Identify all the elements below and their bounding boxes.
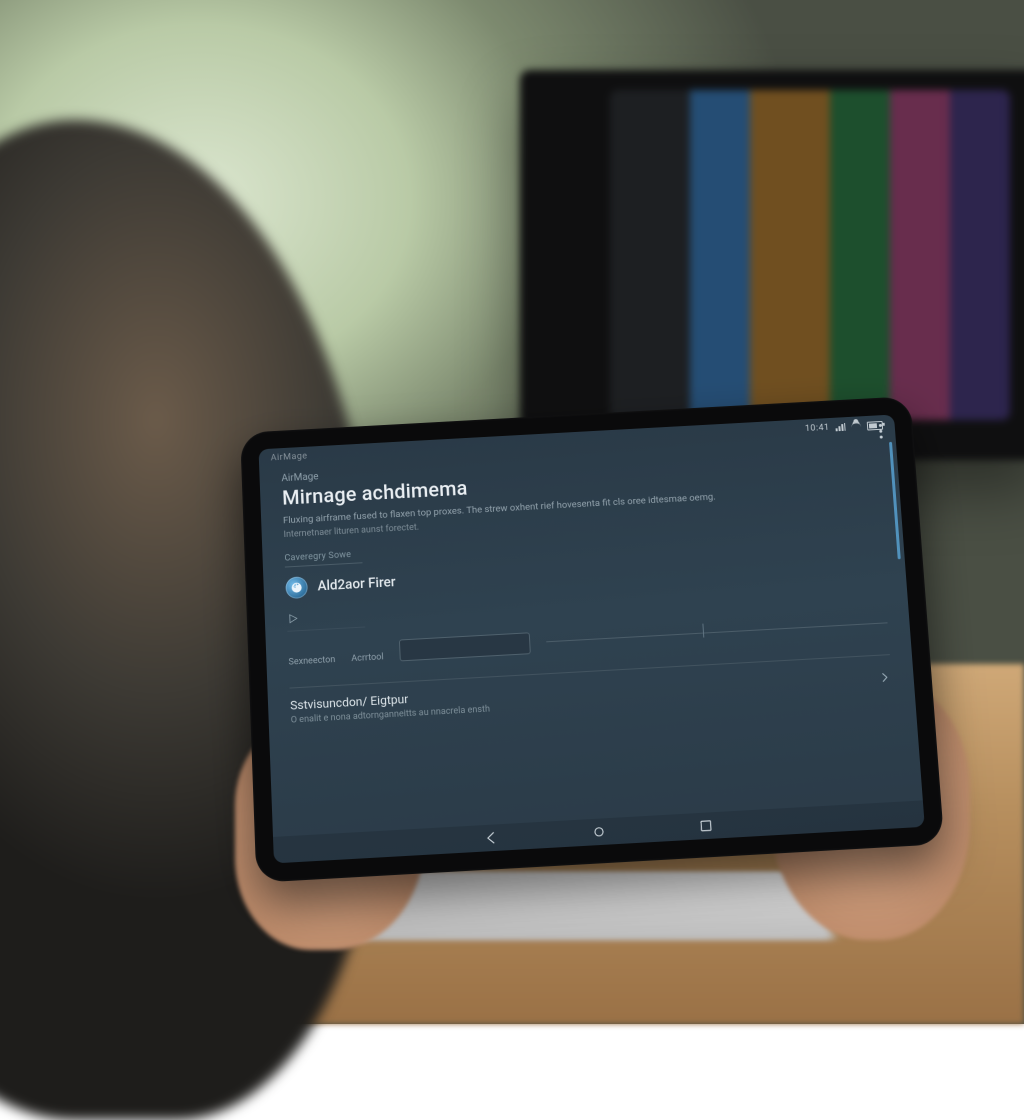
app-content: AirMage Mirnage achdimema Fluxing airfra… bbox=[259, 434, 923, 837]
nav-home-button[interactable] bbox=[590, 823, 607, 840]
statusbar-time: 10:41 bbox=[805, 423, 830, 434]
statusbar-app-label: AirMage bbox=[271, 452, 308, 464]
field-label-1: Sexneecton bbox=[288, 655, 335, 668]
adaptor-name: Ald2aor Firer bbox=[317, 574, 396, 594]
timeline-track[interactable] bbox=[546, 623, 887, 643]
connection-input[interactable] bbox=[399, 632, 531, 661]
nav-back-button[interactable] bbox=[483, 829, 500, 846]
settings-row[interactable]: Sstvisuncdon/ Eigtpur O enalit e nona ad… bbox=[290, 654, 893, 725]
play-icon[interactable] bbox=[287, 612, 299, 625]
divider bbox=[287, 626, 365, 631]
background-monitor bbox=[520, 70, 1024, 460]
tablet-screen: AirMage 10:41 AirMage Mirnage achdimema … bbox=[259, 414, 925, 863]
wifi-icon bbox=[851, 422, 861, 431]
chevron-right-icon bbox=[877, 670, 892, 688]
settings-row-text: Sstvisuncdon/ Eigtpur O enalit e nona ad… bbox=[290, 687, 490, 725]
tablet-device: AirMage 10:41 AirMage Mirnage achdimema … bbox=[240, 396, 944, 883]
nav-recent-button[interactable] bbox=[697, 817, 714, 834]
field-label-2: Acrrtool bbox=[351, 652, 384, 664]
signal-icon bbox=[835, 423, 845, 431]
divider bbox=[285, 562, 363, 567]
globe-icon bbox=[285, 576, 308, 599]
